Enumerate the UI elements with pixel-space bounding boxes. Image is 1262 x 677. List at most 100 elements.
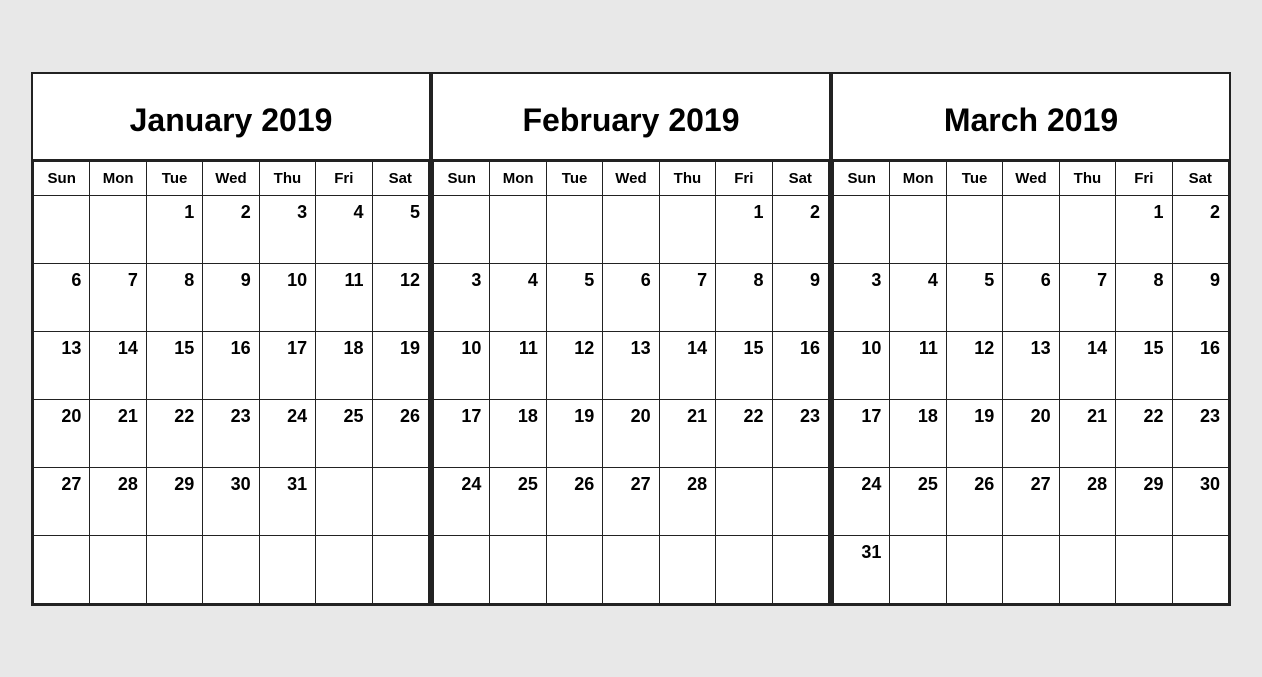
calendar-day-cell bbox=[34, 195, 90, 263]
day-header-Mon: Mon bbox=[90, 161, 146, 195]
calendar-day-cell: 1 bbox=[146, 195, 202, 263]
calendar-day-cell bbox=[1116, 535, 1172, 603]
calendar-day-cell: 16 bbox=[203, 331, 259, 399]
calendar-day-cell bbox=[890, 195, 946, 263]
calendar-day-cell: 19 bbox=[546, 399, 602, 467]
calendar-day-cell bbox=[434, 535, 490, 603]
calendar-day-cell bbox=[90, 535, 146, 603]
calendar-day-cell: 17 bbox=[434, 399, 490, 467]
day-header-Wed: Wed bbox=[203, 161, 259, 195]
calendar-day-cell bbox=[946, 195, 1002, 263]
day-header-Tue: Tue bbox=[146, 161, 202, 195]
calendar-day-cell: 10 bbox=[434, 331, 490, 399]
calendar-day-cell: 26 bbox=[372, 399, 428, 467]
calendar-day-cell: 4 bbox=[316, 195, 372, 263]
calendar-table-february-2019: SunMonTueWedThuFriSat 123456789101112131… bbox=[433, 161, 829, 604]
table-row: 12345 bbox=[34, 195, 429, 263]
table-row: 2728293031 bbox=[34, 467, 429, 535]
calendar-day-cell: 2 bbox=[772, 195, 828, 263]
day-header-Sat: Sat bbox=[772, 161, 828, 195]
calendar-day-cell: 15 bbox=[716, 331, 772, 399]
table-row: 17181920212223 bbox=[434, 399, 829, 467]
table-row: 6789101112 bbox=[34, 263, 429, 331]
calendar-day-cell bbox=[659, 195, 715, 263]
calendar-day-cell: 9 bbox=[1172, 263, 1228, 331]
calendar-day-cell: 7 bbox=[90, 263, 146, 331]
calendar-day-cell bbox=[772, 535, 828, 603]
calendar-day-cell bbox=[716, 467, 772, 535]
calendar-day-cell: 13 bbox=[34, 331, 90, 399]
calendar-day-cell: 6 bbox=[1003, 263, 1059, 331]
calendar-day-cell: 12 bbox=[946, 331, 1002, 399]
table-row: 3456789 bbox=[834, 263, 1229, 331]
day-header-Wed: Wed bbox=[603, 161, 659, 195]
day-header-Fri: Fri bbox=[316, 161, 372, 195]
calendar-day-cell: 29 bbox=[1116, 467, 1172, 535]
calendar-day-cell: 14 bbox=[90, 331, 146, 399]
calendar-day-cell bbox=[146, 535, 202, 603]
calendar-day-cell: 9 bbox=[203, 263, 259, 331]
calendar-day-cell: 16 bbox=[772, 331, 828, 399]
calendar-day-cell: 15 bbox=[146, 331, 202, 399]
calendar-day-cell bbox=[546, 535, 602, 603]
table-row: 10111213141516 bbox=[834, 331, 1229, 399]
calendar-day-cell: 30 bbox=[203, 467, 259, 535]
calendar-day-cell: 27 bbox=[1003, 467, 1059, 535]
calendar-march-2019: March 2019SunMonTueWedThuFriSat 12345678… bbox=[831, 72, 1231, 606]
calendar-day-cell: 2 bbox=[203, 195, 259, 263]
day-header-Mon: Mon bbox=[890, 161, 946, 195]
calendar-day-cell bbox=[946, 535, 1002, 603]
calendar-day-cell: 5 bbox=[372, 195, 428, 263]
calendar-day-cell: 18 bbox=[890, 399, 946, 467]
calendar-day-cell: 25 bbox=[890, 467, 946, 535]
day-header-Sat: Sat bbox=[372, 161, 428, 195]
calendar-day-cell bbox=[316, 535, 372, 603]
calendar-day-cell: 28 bbox=[659, 467, 715, 535]
calendar-day-cell: 31 bbox=[834, 535, 890, 603]
day-header-Sun: Sun bbox=[34, 161, 90, 195]
calendar-table-march-2019: SunMonTueWedThuFriSat 123456789101112131… bbox=[833, 161, 1229, 604]
calendar-day-cell: 17 bbox=[834, 399, 890, 467]
calendar-day-cell: 14 bbox=[1059, 331, 1115, 399]
table-row: 13141516171819 bbox=[34, 331, 429, 399]
calendar-day-cell bbox=[34, 535, 90, 603]
calendar-day-cell: 23 bbox=[1172, 399, 1228, 467]
table-row: 20212223242526 bbox=[34, 399, 429, 467]
calendar-day-cell: 8 bbox=[716, 263, 772, 331]
calendar-day-cell bbox=[372, 467, 428, 535]
calendar-day-cell: 4 bbox=[890, 263, 946, 331]
table-row: 12 bbox=[834, 195, 1229, 263]
calendar-day-cell: 19 bbox=[372, 331, 428, 399]
calendar-day-cell: 18 bbox=[490, 399, 546, 467]
calendar-day-cell: 8 bbox=[146, 263, 202, 331]
calendar-day-cell: 17 bbox=[259, 331, 315, 399]
calendar-day-cell bbox=[259, 535, 315, 603]
calendar-day-cell bbox=[772, 467, 828, 535]
calendar-day-cell: 27 bbox=[603, 467, 659, 535]
calendar-day-cell: 6 bbox=[603, 263, 659, 331]
calendar-day-cell: 25 bbox=[316, 399, 372, 467]
calendar-table-january-2019: SunMonTueWedThuFriSat 123456789101112131… bbox=[33, 161, 429, 604]
day-header-Thu: Thu bbox=[1059, 161, 1115, 195]
calendar-day-cell: 7 bbox=[1059, 263, 1115, 331]
calendar-day-cell: 9 bbox=[772, 263, 828, 331]
calendar-january-2019: January 2019SunMonTueWedThuFriSat 123456… bbox=[31, 72, 431, 606]
calendar-day-cell bbox=[434, 195, 490, 263]
calendar-day-cell: 8 bbox=[1116, 263, 1172, 331]
calendar-day-cell: 29 bbox=[146, 467, 202, 535]
calendar-day-cell bbox=[490, 195, 546, 263]
calendar-day-cell: 15 bbox=[1116, 331, 1172, 399]
day-header-Thu: Thu bbox=[659, 161, 715, 195]
day-header-Wed: Wed bbox=[1003, 161, 1059, 195]
calendar-day-cell: 16 bbox=[1172, 331, 1228, 399]
calendar-day-cell bbox=[1003, 195, 1059, 263]
table-row: 24252627282930 bbox=[834, 467, 1229, 535]
calendar-day-cell: 18 bbox=[316, 331, 372, 399]
calendars-container: January 2019SunMonTueWedThuFriSat 123456… bbox=[13, 54, 1249, 624]
day-header-Tue: Tue bbox=[546, 161, 602, 195]
table-row: 17181920212223 bbox=[834, 399, 1229, 467]
calendar-day-cell: 19 bbox=[946, 399, 1002, 467]
calendar-day-cell: 21 bbox=[659, 399, 715, 467]
calendar-day-cell: 2 bbox=[1172, 195, 1228, 263]
table-row bbox=[34, 535, 429, 603]
